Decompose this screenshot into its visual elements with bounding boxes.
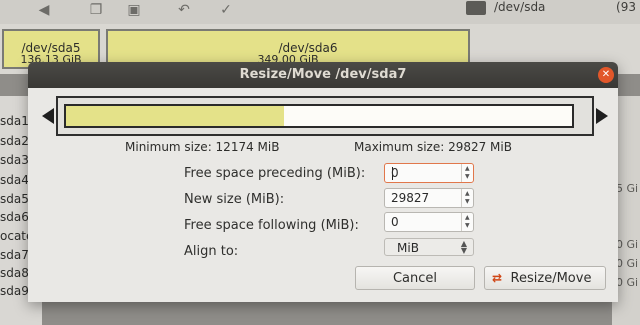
copy-icon[interactable]: ❐ xyxy=(86,2,106,18)
dialog-title: Resize/Move /dev/sda7 xyxy=(239,67,407,82)
partition-resizer[interactable] xyxy=(42,96,608,136)
spin-up-icon[interactable]: ▲ xyxy=(465,215,470,221)
free-space-following-label: Free space following (MiB): xyxy=(184,218,359,233)
spin-down-icon[interactable]: ▼ xyxy=(465,199,470,205)
resize-move-dialog: Resize/Move /dev/sda7 ✕ Minimum size: 12… xyxy=(28,62,618,302)
free-space-preceding-input[interactable]: 0 ▲ ▼ xyxy=(384,163,474,183)
field-value: 29827 xyxy=(391,191,430,205)
spin-down-icon[interactable]: ▼ xyxy=(465,174,470,180)
background-toolbar: ◀ ❐ ▣ ↶ ✓ /dev/sda (93 xyxy=(0,0,640,24)
button-label: Resize/Move xyxy=(510,271,592,286)
spin-down-icon[interactable]: ▼ xyxy=(465,223,470,229)
undo-icon[interactable]: ↶ xyxy=(174,2,194,18)
dialog-titlebar[interactable]: Resize/Move /dev/sda7 ✕ xyxy=(28,62,618,88)
minimum-size: Minimum size: 12174 MiB xyxy=(125,140,280,154)
new-size-input[interactable]: 29827 ▲ ▼ xyxy=(384,188,474,208)
spin-buttons[interactable]: ▲ ▼ xyxy=(461,164,473,182)
resize-right-handle[interactable] xyxy=(596,108,608,124)
spin-buttons[interactable]: ▲ ▼ xyxy=(461,189,473,207)
field-value: 0 xyxy=(391,215,399,229)
resize-left-handle[interactable] xyxy=(42,108,54,124)
new-size-label: New size (MiB): xyxy=(184,192,285,207)
align-to-select[interactable]: MiB ▲ ▼ xyxy=(384,238,474,256)
button-label: Cancel xyxy=(392,271,438,286)
resizer-frame xyxy=(56,96,594,136)
partition-bar[interactable] xyxy=(64,104,574,128)
drive-icon xyxy=(466,1,486,15)
list-cell: 0 Gi xyxy=(616,257,639,270)
used-space-fill xyxy=(66,106,284,126)
list-cell: 5 Gi xyxy=(616,182,639,195)
device-selector[interactable]: /dev/sda (93 xyxy=(466,0,640,20)
close-button[interactable]: ✕ xyxy=(598,67,614,83)
list-cell: 0 Gi xyxy=(616,276,639,289)
align-to-label: Align to: xyxy=(184,244,239,259)
free-space-preceding-label: Free space preceding (MiB): xyxy=(184,166,366,181)
delete-icon[interactable]: ◀ xyxy=(34,2,54,18)
select-value: MiB xyxy=(397,241,419,255)
device-size: (93 xyxy=(616,0,636,14)
free-space-following-input[interactable]: 0 ▲ ▼ xyxy=(384,212,474,232)
spin-up-icon[interactable]: ▲ xyxy=(465,191,470,197)
chevron-up-down-icon: ▲ ▼ xyxy=(460,239,467,255)
maximum-size: Maximum size: 29827 MiB xyxy=(354,140,512,154)
apply-icon[interactable]: ✓ xyxy=(216,2,236,18)
device-label: /dev/sda xyxy=(494,0,546,14)
spin-buttons[interactable]: ▲ ▼ xyxy=(461,213,473,231)
spin-up-icon[interactable]: ▲ xyxy=(465,166,470,172)
close-icon: ✕ xyxy=(601,69,611,80)
cancel-button[interactable]: Cancel xyxy=(355,266,475,290)
list-cell: 0 Gi xyxy=(616,238,639,251)
field-value: 0 xyxy=(391,166,399,180)
paste-icon[interactable]: ▣ xyxy=(124,2,144,18)
resize-move-button[interactable]: ⇄ Resize/Move xyxy=(484,266,606,290)
